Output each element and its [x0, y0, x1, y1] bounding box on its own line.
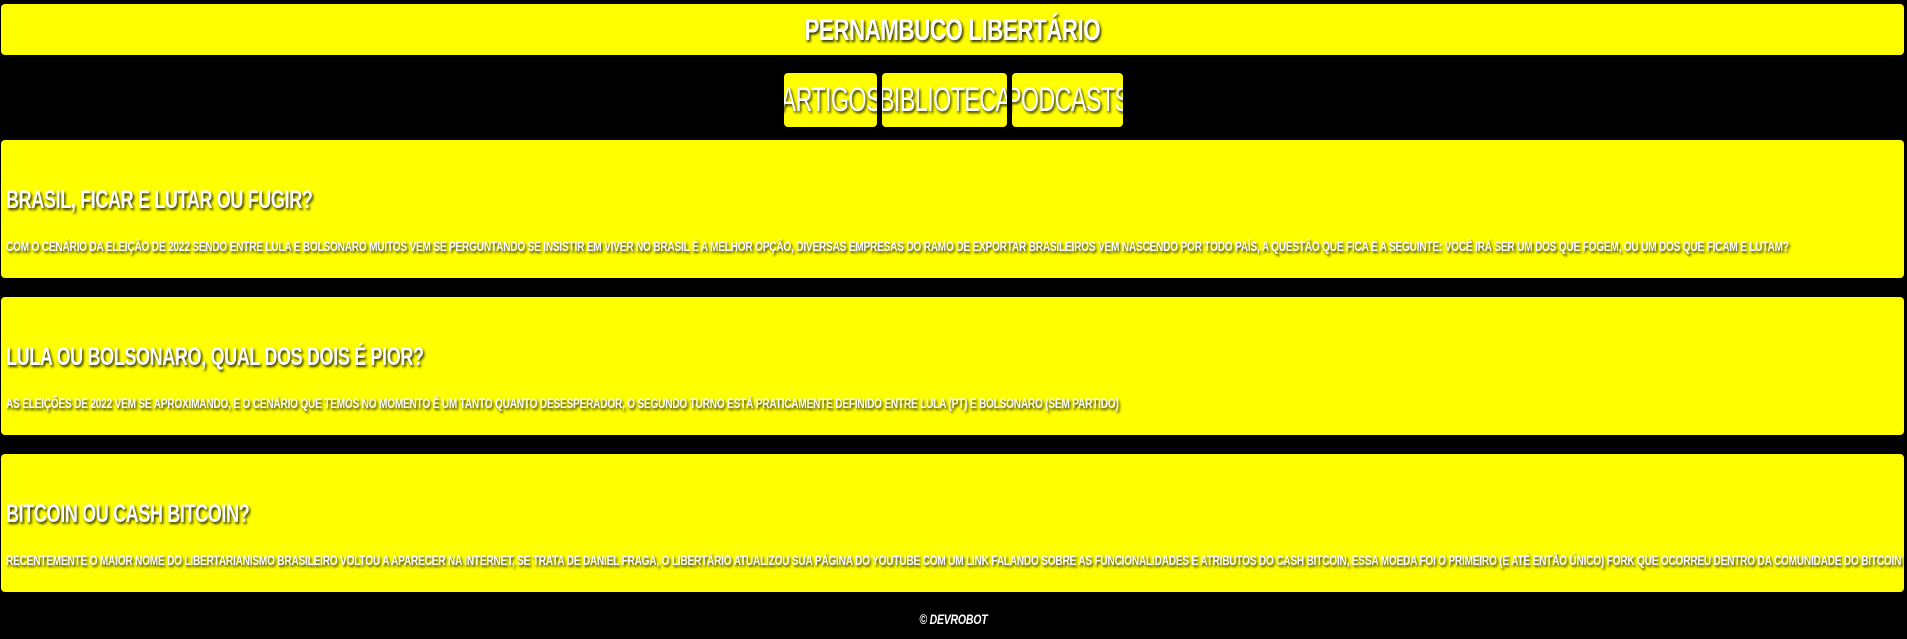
- footer-copyright: © DevRobot: [919, 611, 988, 627]
- article-card[interactable]: Brasil, ficar e lutar ou fugir? Com o ce…: [1, 140, 1904, 278]
- site-header: Pernambuco Libertário: [1, 4, 1904, 55]
- site-title[interactable]: Pernambuco Libertário: [805, 12, 1101, 48]
- article-title: Lula ou Bolsonaro, qual dos dois é pior?: [6, 343, 424, 371]
- article-summary: Recentemente o maior nome do libertarian…: [6, 552, 1902, 568]
- nav-podcasts-label: Podcasts: [1012, 80, 1123, 119]
- article-summary: As eleições de 2022 vem se aproximando, …: [6, 395, 1119, 411]
- article-title: Bitcoin ou Cash Bitcoin?: [6, 500, 250, 528]
- article-title: Brasil, ficar e lutar ou fugir?: [6, 186, 313, 214]
- article-card[interactable]: Bitcoin ou Cash Bitcoin? Recentemente o …: [1, 454, 1904, 592]
- article-card[interactable]: Lula ou Bolsonaro, qual dos dois é pior?…: [1, 297, 1904, 435]
- nav-artigos-label: Artigos: [784, 80, 877, 119]
- nav-biblioteca-label: Biblioteca: [882, 80, 1007, 119]
- nav-biblioteca-button[interactable]: Biblioteca: [882, 73, 1007, 127]
- site-footer: © DevRobot: [0, 611, 1907, 629]
- nav-artigos-button[interactable]: Artigos: [784, 73, 877, 127]
- nav-podcasts-button[interactable]: Podcasts: [1012, 73, 1123, 127]
- article-summary: Com o cenário da eleição de 2022 sendo e…: [6, 238, 1789, 254]
- main-nav: Artigos Biblioteca Podcasts: [0, 73, 1907, 127]
